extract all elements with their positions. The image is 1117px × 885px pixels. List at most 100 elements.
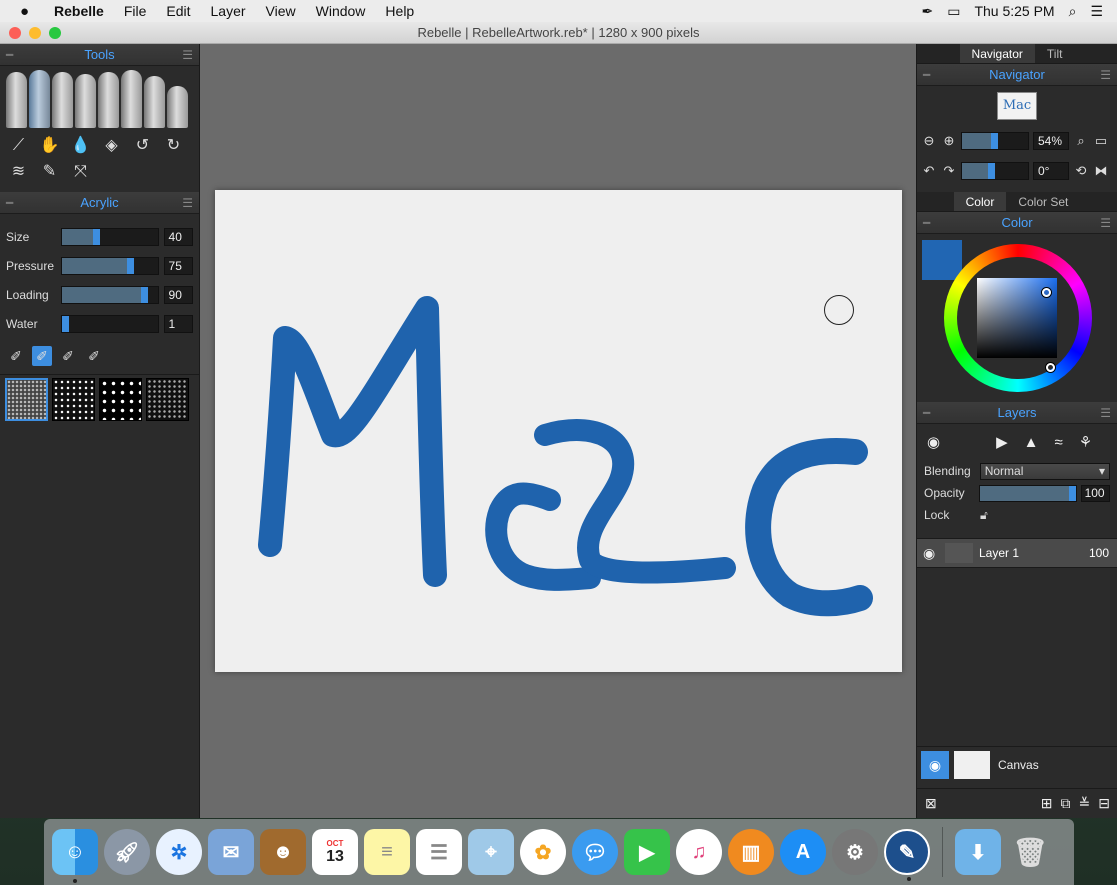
brush-tool-3[interactable] [52,72,73,128]
zoom-in-icon[interactable]: ⊕ [941,133,957,149]
flip-horizontal-icon[interactable]: ⧓ [1093,163,1109,179]
rebelle-icon[interactable]: ✎ [884,829,930,881]
size-value[interactable]: 40 [163,227,193,246]
current-color-swatch[interactable] [922,240,962,280]
system-preferences-icon[interactable]: ⚙ [832,829,878,875]
tab-color-set[interactable]: Color Set [1006,192,1080,211]
slider-knob[interactable] [61,315,69,332]
zoom-actual-icon[interactable]: ▭ [1093,133,1109,149]
menu-file[interactable]: File [124,3,147,19]
lock-icon[interactable]: 🔓︎ [980,508,988,523]
pencil-tool[interactable] [75,74,96,128]
brush-tool-2[interactable] [29,70,50,128]
brush-tip-2-icon[interactable]: ✐ [32,346,52,366]
notes-icon[interactable]: ≡ [364,829,410,875]
canvas-layer-row[interactable]: ◉ Canvas [917,746,1117,782]
layer-visibility-eye-icon[interactable]: ◉ [923,545,941,562]
maps-icon[interactable]: ⌖ [468,829,514,875]
duplicate-layer-icon[interactable]: ⧉ [1061,795,1071,812]
close-window-button[interactable] [9,27,21,39]
apple-menu-icon[interactable]: ● [20,3,40,20]
menu-view[interactable]: View [266,3,296,19]
facetime-icon[interactable]: ▶ [624,829,670,875]
tab-tilt[interactable]: Tilt [1035,44,1075,63]
panel-menu-icon[interactable]: ☰ [182,44,193,66]
sv-picker-handle[interactable] [1042,288,1051,297]
airbrush-tool[interactable] [144,76,165,128]
finder-icon[interactable]: ☺ [52,829,98,883]
mail-icon[interactable]: ✉ [208,829,254,875]
collapse-icon[interactable]: ━ [923,212,930,234]
calendar-icon[interactable]: OCT 13 [312,829,358,875]
rotate-left-icon[interactable]: ↶ [921,163,937,179]
contacts-icon[interactable]: ☻ [260,829,306,875]
blend-tool-icon[interactable]: ⟋ [8,136,29,156]
messages-icon[interactable]: 💬︎ [572,829,618,875]
merge-layer-icon[interactable]: ≚ [1079,795,1091,812]
reset-rotation-icon[interactable]: ⟲ [1073,163,1089,179]
zoom-window-button[interactable] [49,27,61,39]
clock[interactable]: Thu 5:25 PM [974,3,1054,19]
slider-knob[interactable] [126,257,134,274]
trash-icon[interactable]: 🗑︎ [1007,829,1053,875]
texture-3[interactable] [99,378,142,421]
spotlight-search-icon[interactable]: ⌕ [1069,3,1077,20]
size-slider[interactable] [60,227,159,246]
minimize-window-button[interactable] [29,27,41,39]
painting-canvas[interactable] [215,190,902,672]
dry-layer-icon[interactable]: ≈ [1055,434,1063,451]
menu-layer[interactable]: Layer [211,3,246,19]
display-icon[interactable]: ▭ [947,3,960,20]
water-slider[interactable] [60,314,159,333]
zoom-value[interactable]: 54% [1033,132,1069,150]
zoom-slider[interactable] [961,132,1029,150]
panel-menu-icon[interactable]: ☰ [182,192,193,214]
diffusion-icon[interactable]: ⚘ [1079,433,1092,451]
collapse-icon[interactable]: ━ [6,44,13,66]
panel-menu-icon[interactable]: ☰ [1100,64,1111,86]
transform-icon[interactable]: ⤧ [70,162,91,182]
opacity-slider[interactable] [978,484,1077,502]
pressure-slider[interactable] [60,256,159,275]
brush-tip-4-icon[interactable]: ✐ [84,346,104,366]
marker-tool[interactable] [121,70,142,128]
slider-knob[interactable] [990,133,998,149]
collapse-icon[interactable]: ━ [923,402,930,424]
smudge-tool-icon[interactable]: ✋ [39,136,60,156]
canvas-visibility-eye-icon[interactable]: ◉ [921,750,949,779]
zoom-out-icon[interactable]: ⊖ [921,133,937,149]
layer-item[interactable]: ◉ Layer 1 100 [917,538,1117,568]
loading-value[interactable]: 90 [163,285,193,304]
photos-icon[interactable]: ✿ [520,829,566,875]
tracing-icon[interactable]: ◉ [927,433,940,451]
eraser-tool[interactable] [167,86,188,128]
menu-app-name[interactable]: Rebelle [54,3,104,19]
texture-2[interactable] [52,378,95,421]
rotation-value[interactable]: 0° [1033,162,1069,180]
redo-icon[interactable]: ↻ [163,136,184,156]
pressure-value[interactable]: 75 [163,256,193,275]
wet-layer-icon[interactable]: ▲ [1024,434,1039,451]
eyedropper-icon[interactable]: ✎ [39,162,60,182]
itunes-icon[interactable]: ♫ [676,829,722,875]
loading-slider[interactable] [60,285,159,304]
reminders-icon[interactable]: ☰ [416,829,462,875]
hue-picker-handle[interactable] [1046,363,1055,372]
blending-select[interactable]: Normal [979,462,1110,480]
undo-icon[interactable]: ↺ [132,136,153,156]
menu-window[interactable]: Window [316,3,366,19]
notification-center-icon[interactable]: ☰ [1090,3,1103,20]
water-drop-icon[interactable]: 💧 [70,136,91,156]
rotation-slider[interactable] [961,162,1029,180]
menu-edit[interactable]: Edit [166,3,190,19]
downloads-folder-icon[interactable]: ⬇ [955,829,1001,875]
tab-navigator[interactable]: Navigator [959,44,1035,63]
add-layer-icon[interactable]: ⊞ [1041,795,1053,812]
clear-layer-icon[interactable]: ⊟ [1098,795,1110,812]
slider-knob[interactable] [988,163,995,179]
rotate-right-icon[interactable]: ↷ [941,163,957,179]
collapse-icon[interactable]: ━ [923,64,930,86]
app-store-icon[interactable]: A [780,829,826,875]
wind-blow-icon[interactable]: ≋ [8,162,29,182]
show-drying-icon[interactable]: ▶ [996,433,1008,451]
